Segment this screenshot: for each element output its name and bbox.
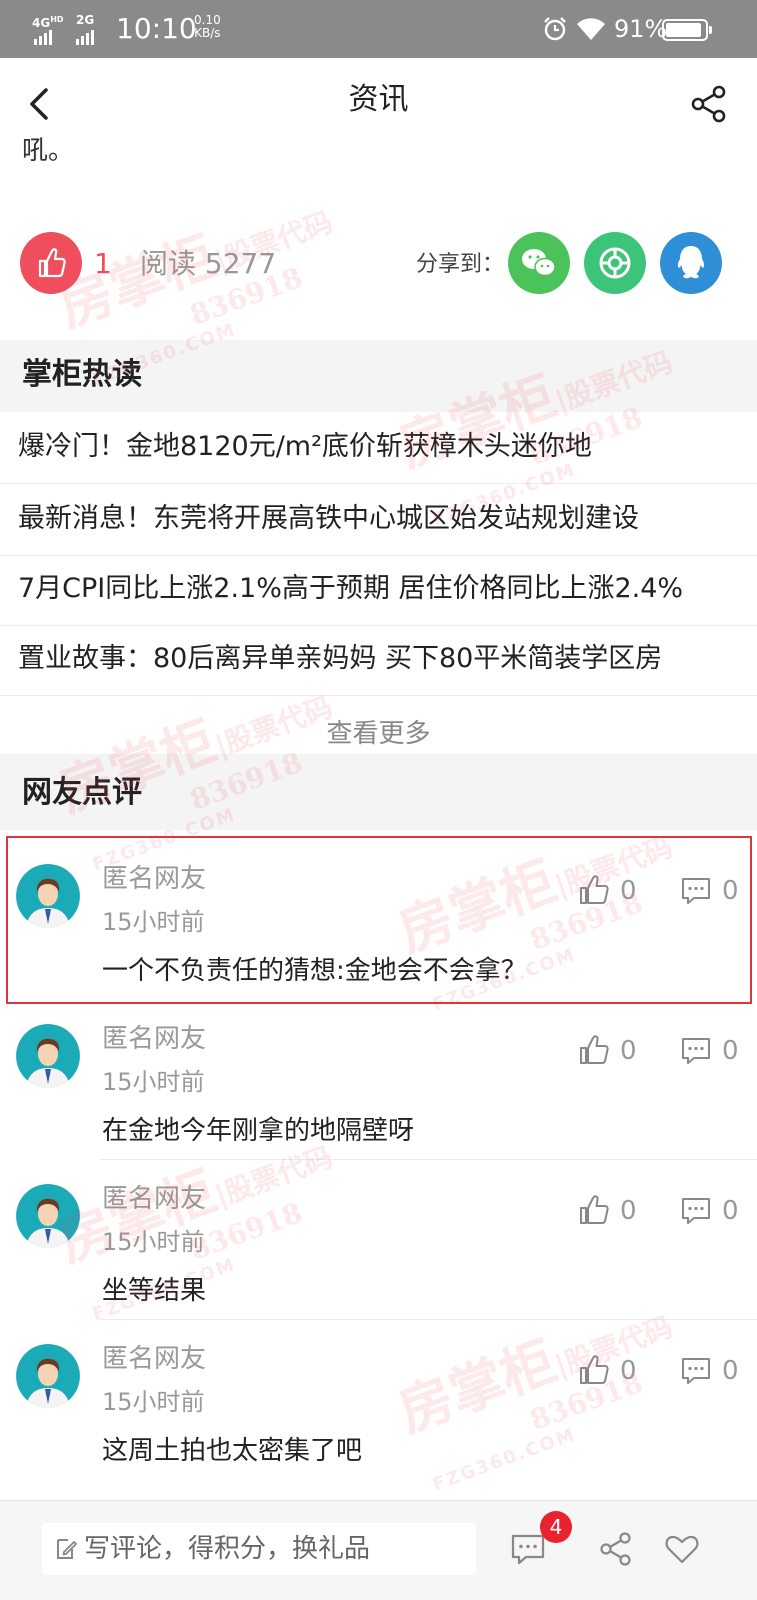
clock: 10:10: [116, 12, 197, 45]
commenter-name: 匿名网友: [102, 1024, 207, 1054]
hot-read-item[interactable]: 爆冷门！金地8120元/m²底价斩获樟木头迷你地: [0, 412, 757, 484]
hot-read-item[interactable]: 最新消息！东莞将开展高铁中心城区始发站规划建设: [0, 484, 757, 556]
moments-icon: [599, 247, 631, 279]
hot-read-title: 置业故事：80后离异单亲妈妈 买下80平米简装学区房: [18, 643, 663, 674]
thumbs-up-icon: [38, 248, 66, 278]
hot-reads-list: 爆冷门！金地8120元/m²底价斩获樟木头迷你地 最新消息！东莞将开展高铁中心城…: [0, 412, 757, 754]
selected-comment-outline: [6, 836, 752, 1004]
comment-reply-count: 0: [722, 1036, 739, 1066]
battery-percent: 91%: [614, 15, 668, 43]
bottom-action-bar: 写评论，得积分，换礼品 4: [0, 1500, 757, 1600]
top-nav-bar: 资讯: [0, 58, 757, 150]
signal-bars-2-icon: [76, 26, 96, 45]
comments-header: 网友点评: [0, 756, 757, 830]
alarm-icon: [544, 17, 566, 41]
network-2g-label: 2G: [76, 13, 95, 27]
hot-reads-header: 掌柜热读: [0, 340, 757, 410]
network-speed: 0.10 KB/s: [194, 13, 221, 40]
comment-like-count: 0: [620, 1356, 637, 1386]
comment-time: 15小时前: [102, 1388, 205, 1416]
comment-input[interactable]: 写评论，得积分，换礼品: [42, 1523, 476, 1575]
article-text-fragment: 吼。: [22, 136, 75, 166]
share-wechat-button[interactable]: [508, 232, 570, 294]
comments-icon[interactable]: [510, 1531, 546, 1567]
thumbs-up-icon[interactable]: [578, 1354, 610, 1386]
page-title: 资讯: [348, 82, 409, 117]
share-to-label: 分享到：: [416, 252, 505, 277]
share-qq-button[interactable]: [660, 232, 722, 294]
battery-icon: [662, 19, 712, 41]
share-icon[interactable]: [689, 84, 729, 124]
read-count: 阅读 5277: [140, 247, 277, 280]
reply-icon[interactable]: [680, 1196, 712, 1226]
comment-input-placeholder: 写评论，得积分，换礼品: [84, 1534, 371, 1564]
reply-icon[interactable]: [680, 1036, 712, 1066]
comment-item[interactable]: 匿名网友 15小时前 这周土拍也太密集了吧 0 0: [0, 1316, 757, 1480]
thumbs-up-icon[interactable]: [578, 1194, 610, 1226]
hot-read-title: 爆冷门！金地8120元/m²底价斩获樟木头迷你地: [18, 431, 592, 462]
comment-like-count: 0: [620, 1196, 637, 1226]
comment-text: 这周土拍也太密集了吧: [102, 1436, 363, 1466]
favorite-heart-icon[interactable]: [664, 1531, 700, 1567]
comment-like-count: 0: [620, 1036, 637, 1066]
comment-reply-count: 0: [722, 1356, 739, 1386]
like-button[interactable]: [20, 232, 82, 294]
hot-read-item[interactable]: 置业故事：80后离异单亲妈妈 买下80平米简装学区房: [0, 624, 757, 696]
qq-icon: [677, 246, 705, 279]
thumbs-up-icon[interactable]: [578, 1034, 610, 1066]
comments-title: 网友点评: [22, 775, 142, 810]
hot-read-title: 7月CPI同比上涨2.1%高于预期 居住价格同比上涨2.4%: [18, 573, 684, 604]
comment-time: 15小时前: [102, 1228, 205, 1256]
reply-icon[interactable]: [680, 1356, 712, 1386]
commenter-name: 匿名网友: [102, 1184, 207, 1214]
avatar[interactable]: [16, 1184, 80, 1248]
avatar[interactable]: [16, 1024, 80, 1088]
share-icon[interactable]: [598, 1531, 634, 1567]
comment-text: 在金地今年刚拿的地隔壁呀: [102, 1116, 415, 1146]
comment-item[interactable]: 匿名网友 15小时前 坐等结果 0 0: [0, 1156, 757, 1320]
comment-count-badge: 4: [540, 1511, 572, 1543]
battery-fill: [666, 23, 701, 37]
see-more-link[interactable]: 查看更多: [0, 716, 757, 752]
share-moments-button[interactable]: [584, 232, 646, 294]
comment-reply-count: 0: [722, 1196, 739, 1226]
like-count: 1: [94, 247, 112, 280]
avatar[interactable]: [16, 1344, 80, 1408]
commenter-name: 匿名网友: [102, 1344, 207, 1374]
edit-icon: [57, 1539, 77, 1559]
status-bar: 4GHD 2G 10:10 0.10 KB/s 91%: [0, 0, 757, 58]
hot-read-title: 最新消息！东莞将开展高铁中心城区始发站规划建设: [18, 503, 639, 534]
comment-time: 15小时前: [102, 1068, 205, 1096]
hot-read-item[interactable]: 7月CPI同比上涨2.1%高于预期 居住价格同比上涨2.4%: [0, 554, 757, 626]
wifi-icon: [577, 18, 605, 40]
comment-text: 坐等结果: [102, 1276, 207, 1306]
hot-reads-title: 掌柜热读: [22, 357, 142, 392]
signal-bars-icon: [34, 26, 54, 45]
wechat-icon: [522, 249, 556, 277]
comment-item[interactable]: 匿名网友 15小时前 在金地今年刚拿的地隔壁呀 0 0: [0, 996, 757, 1160]
